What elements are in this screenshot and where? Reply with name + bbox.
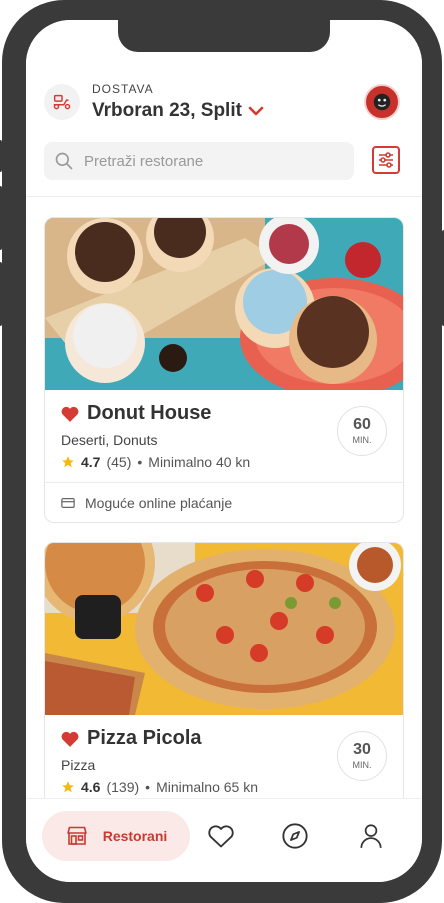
- location-label: DOSTAVA: [92, 82, 154, 96]
- phone-frame: DOSTAVA Vrboran 23, Split Pretraži resto…: [0, 0, 444, 903]
- delivery-time-value: 60: [353, 416, 371, 433]
- tab-restaurants[interactable]: Restorani: [42, 811, 190, 861]
- delivery-time-badge: 60 MIN.: [337, 406, 387, 456]
- search-bar[interactable]: [44, 142, 354, 180]
- restaurants-icon: [66, 826, 87, 845]
- heart-filled-icon[interactable]: [61, 731, 79, 747]
- address-text: Vrboran 23, Split: [92, 100, 242, 121]
- minimum-order: Minimalno 65 kn: [156, 779, 258, 795]
- restaurant-image: [45, 543, 403, 715]
- rating-value: 4.6: [81, 779, 101, 795]
- separator-dot: •: [137, 454, 143, 470]
- restaurant-card[interactable]: Pizza Picola Pizza 4.6 (139) • Minimalno…: [44, 542, 404, 822]
- profile-icon: [360, 824, 382, 848]
- credit-card-icon: [61, 497, 75, 508]
- review-count: (139): [106, 779, 140, 795]
- search-icon: [55, 152, 73, 170]
- delivery-scooter-icon[interactable]: [44, 84, 80, 120]
- chevron-down-icon: [248, 106, 264, 116]
- restaurant-meta: 4.7 (45) • Minimalno 40 kn: [61, 454, 250, 470]
- restaurant-name: Donut House: [87, 402, 212, 424]
- restaurant-title: Pizza Picola: [61, 727, 202, 750]
- online-payment-text: Moguće online plaćanje: [85, 494, 233, 511]
- filter-button[interactable]: [372, 146, 400, 174]
- restaurant-image: [45, 218, 403, 390]
- tab-restaurants-label: Restorani: [102, 828, 168, 844]
- review-count: (45): [106, 454, 132, 470]
- search-input[interactable]: [84, 152, 334, 170]
- restaurant-name: Pizza Picola: [87, 727, 202, 749]
- side-button: [0, 186, 2, 250]
- bottom-tab-bar: Restorani: [26, 798, 422, 882]
- delivery-time-unit: MIN.: [352, 760, 372, 770]
- restaurant-title: Donut House: [61, 402, 211, 425]
- restaurant-categories: Deserti, Donuts: [61, 432, 158, 448]
- star-icon: [62, 456, 74, 468]
- avatar[interactable]: [364, 84, 400, 120]
- address-selector[interactable]: Vrboran 23, Split: [92, 100, 264, 122]
- notch: [118, 20, 330, 52]
- app-screen: DOSTAVA Vrboran 23, Split Pretraži resto…: [26, 20, 422, 882]
- star-icon: [62, 781, 74, 793]
- delivery-time-value: 30: [353, 741, 371, 758]
- restaurant-card[interactable]: Donut House Deserti, Donuts 4.7 (45) • M…: [44, 217, 404, 523]
- delivery-time-badge: 30 MIN.: [337, 731, 387, 781]
- side-button: [0, 262, 2, 326]
- separator-dot: •: [145, 779, 151, 795]
- header-divider: [26, 196, 422, 197]
- heart-filled-icon[interactable]: [61, 406, 79, 422]
- restaurant-meta: 4.6 (139) • Minimalno 65 kn: [61, 779, 258, 795]
- delivery-time-unit: MIN.: [352, 435, 372, 445]
- tab-favorites[interactable]: [206, 821, 236, 851]
- minimum-order: Minimalno 40 kn: [148, 454, 251, 470]
- restaurant-categories: Pizza: [61, 757, 96, 773]
- compass-icon: [282, 823, 308, 849]
- online-payment-row: Moguće online plaćanje: [45, 482, 403, 522]
- tab-profile[interactable]: [356, 821, 386, 851]
- heart-icon: [208, 825, 234, 848]
- sliders-icon: [379, 152, 393, 168]
- side-button: [0, 140, 2, 172]
- tab-explore[interactable]: [280, 821, 310, 851]
- rating-value: 4.7: [81, 454, 101, 470]
